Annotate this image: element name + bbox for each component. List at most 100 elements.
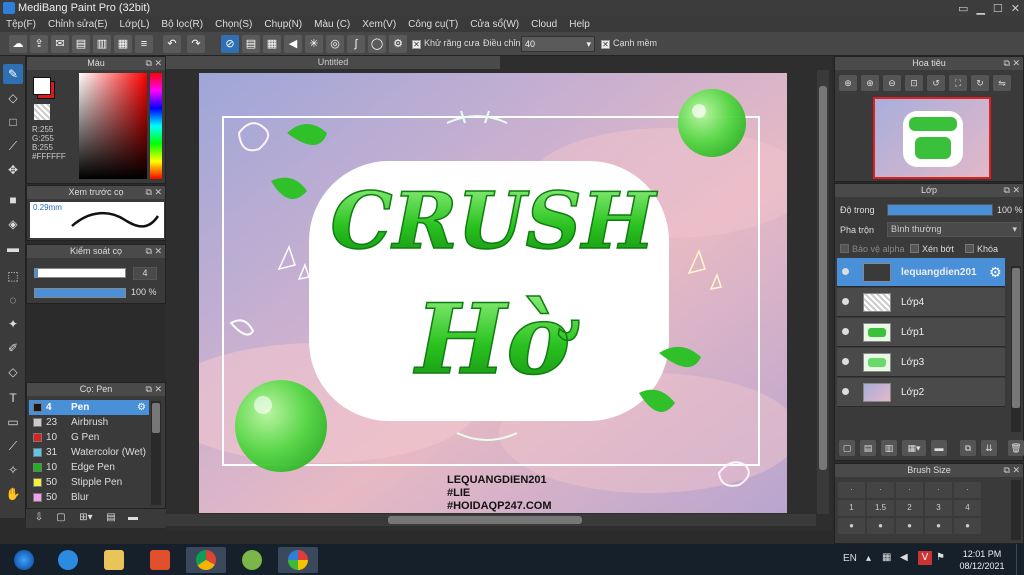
adjust-dropdown[interactable]: 40 ▾ (521, 36, 595, 52)
flip-icon[interactable]: ⇋ (993, 75, 1011, 91)
layer-visibility-icon[interactable] (842, 388, 849, 395)
menu-snap[interactable]: Chụp(N) (264, 19, 302, 30)
rotate-left-icon[interactable]: ↺ (927, 75, 945, 91)
snap-settings-icon[interactable]: ⚙ (389, 35, 407, 53)
network-icon[interactable]: ▦ (882, 552, 894, 564)
merge-layer-icon[interactable]: ⇊ (981, 440, 997, 456)
dot-tool-icon[interactable]: ⟋ (3, 136, 23, 156)
layer-row[interactable]: Lớp4 (837, 288, 1005, 317)
layer-row[interactable]: Lớp2 (837, 378, 1005, 407)
panel-popout-icon[interactable]: ⧉ ✕ (1004, 464, 1020, 477)
brush-size-slot[interactable]: · (838, 482, 865, 498)
input-language[interactable]: EN (843, 553, 857, 564)
cloud-icon[interactable]: ☁ (9, 35, 27, 53)
taskbar-ie[interactable] (48, 547, 88, 573)
horizontal-scrollbar[interactable] (166, 514, 816, 526)
minimize-button[interactable]: ▁ (976, 1, 984, 17)
start-button[interactable] (4, 547, 44, 573)
cross-snap-icon[interactable]: ▦ (263, 35, 281, 53)
undo-icon[interactable]: ↶ (163, 35, 181, 53)
brush-list-scrollbar[interactable] (151, 401, 161, 505)
brush-folder-icon[interactable]: ▬ (124, 512, 142, 526)
new-8bit-layer-icon[interactable]: ▥ (881, 440, 897, 456)
brush-item[interactable]: 31 Watercolor (Wet) (29, 445, 149, 460)
select-pen-icon[interactable]: ✐ (3, 338, 23, 358)
menu-window[interactable]: Cửa sổ(W) (470, 19, 519, 30)
menu-edit[interactable]: Chỉnh sửa(E) (48, 19, 108, 30)
unikey-icon[interactable]: V (918, 551, 932, 565)
taskbar-medibang[interactable] (278, 547, 318, 573)
comment-icon[interactable]: ✉ (51, 35, 69, 53)
panel-popout-icon[interactable]: ⧉ ✕ (146, 186, 162, 199)
layer-folder-icon[interactable]: ▬ (931, 440, 947, 456)
brush-size-slot[interactable]: 1 (838, 500, 865, 516)
vertical-scroll-thumb[interactable] (819, 86, 827, 470)
vertical-scrollbar[interactable] (817, 70, 829, 514)
snap-off-icon[interactable]: ⊘ (221, 35, 239, 53)
layer-visibility-icon[interactable] (842, 328, 849, 335)
panel-popout-icon[interactable]: ⧉ ✕ (146, 383, 162, 396)
delete-layer-icon[interactable]: 🗑 (1008, 440, 1024, 456)
maximize-button[interactable]: ☐ (993, 1, 1003, 17)
panel-popout-icon[interactable]: ⧉ ✕ (1004, 184, 1020, 197)
fill-rect-tool-icon[interactable]: ■ (3, 190, 23, 210)
clip-checkbox[interactable] (910, 244, 919, 253)
transparent-color-swatch[interactable] (34, 104, 50, 120)
magic-wand-icon[interactable]: ✦ (3, 314, 23, 334)
brush-size-slot[interactable]: ● (896, 518, 923, 534)
artwork-canvas[interactable]: CRUSH Hờ LEQUANGDIEN201 #LIE #HOIDAQP247… (199, 73, 787, 513)
eyedropper-icon[interactable]: ⟋ (3, 436, 23, 456)
flag-icon[interactable]: ⚑ (936, 552, 945, 563)
move-tool-icon[interactable]: ✥ (3, 160, 23, 180)
circle-snap-icon[interactable]: ◎ (326, 35, 344, 53)
new-brush-icon[interactable]: ▢ (52, 512, 70, 526)
list-icon[interactable]: ≡ (135, 35, 153, 53)
brush-size-slot[interactable]: 4 (954, 500, 981, 516)
vanishing-snap-icon[interactable]: ◀ (284, 35, 302, 53)
foreground-color-swatch[interactable] (33, 77, 51, 95)
bucket-tool-icon[interactable]: ◈ (3, 214, 23, 234)
menu-file[interactable]: Tệp(F) (6, 19, 36, 30)
share-icon[interactable]: ⇪ (30, 35, 48, 53)
close-button[interactable]: ✕ (1011, 1, 1020, 17)
new-halftone-layer-icon[interactable]: ▤ (860, 440, 876, 456)
grid-icon[interactable]: ▦ (114, 35, 132, 53)
layer-list-scrollbar[interactable] (1011, 266, 1021, 432)
tray-arrow-icon[interactable]: ▴ (866, 553, 871, 564)
blend-mode-dropdown[interactable]: Bình thường ▾ (887, 222, 1021, 237)
duplicate-layer-icon[interactable]: ⧉ (960, 440, 976, 456)
taskbar-explorer[interactable] (94, 547, 134, 573)
brush-size-value[interactable]: 4 (133, 267, 157, 280)
layer-settings-gear-icon[interactable]: ⚙ (989, 264, 1002, 281)
soft-edge-checkbox[interactable]: ✕ (601, 40, 610, 49)
menu-help[interactable]: Help (569, 19, 590, 30)
parallel-snap-icon[interactable]: ▤ (242, 35, 260, 53)
menu-view[interactable]: Xem(V) (362, 19, 396, 30)
lock-checkbox[interactable] (965, 244, 974, 253)
text-tool-icon[interactable]: T (3, 388, 23, 408)
hue-slider[interactable] (150, 73, 162, 179)
menu-cloud[interactable]: Cloud (531, 19, 557, 30)
eraser-tool-icon[interactable]: ◇ (3, 88, 23, 108)
gradient-tool-icon[interactable]: ▬ (3, 238, 23, 258)
menu-layer[interactable]: Lớp(L) (120, 19, 150, 30)
brush-size-slot[interactable]: 3 (925, 500, 952, 516)
brush-item[interactable]: 10 Edge Pen (29, 460, 149, 475)
system-clock[interactable]: 12:01 PM 08/12/2021 (952, 548, 1012, 572)
hand-tool-icon[interactable]: ✋ (3, 484, 23, 504)
taskbar-media[interactable] (140, 547, 180, 573)
zoom-in-alt-icon[interactable]: ⊕ (861, 75, 879, 91)
protect-alpha-checkbox[interactable] (840, 244, 849, 253)
select-tool-icon[interactable]: ⬚ (3, 266, 23, 286)
panel-popout-icon[interactable]: ⧉ ✕ (146, 245, 162, 258)
new-layer-icon[interactable]: ▢ (839, 440, 855, 456)
zoom-in-icon[interactable]: ⊕ (839, 75, 857, 91)
layer-row[interactable]: lequangdien201 ⚙ (837, 258, 1005, 287)
brush-tool-icon[interactable]: ✎ (3, 64, 23, 84)
brush-size-slot[interactable]: · (896, 482, 923, 498)
panel-tool-icon[interactable]: ▭ (3, 412, 23, 432)
ring-snap-icon[interactable]: ◯ (368, 35, 386, 53)
brush-size-slot[interactable]: 1.5 (867, 500, 894, 516)
document-tab[interactable]: Untitled (166, 56, 500, 69)
brush-item[interactable]: 23 Airbrush (29, 415, 149, 430)
